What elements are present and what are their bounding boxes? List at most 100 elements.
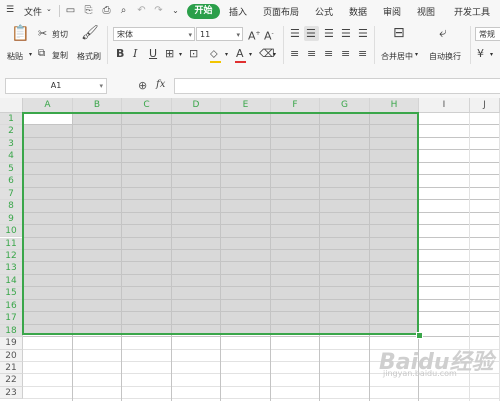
fx-icon[interactable]: fx (156, 79, 165, 90)
column-header[interactable]: H (370, 98, 419, 113)
row-header[interactable]: 12 (0, 249, 23, 263)
indent-icon[interactable]: ☰ (358, 28, 368, 40)
cut-button[interactable]: 剪切 (52, 29, 68, 40)
name-box[interactable]: A1 ▾ (5, 78, 107, 94)
column-header[interactable]: F (271, 98, 320, 113)
increase-font-icon[interactable]: A+ (248, 28, 261, 43)
row-header[interactable]: 20 (0, 349, 23, 362)
row-header[interactable]: 13 (0, 262, 23, 275)
undo-icon[interactable]: ↶ (136, 5, 147, 16)
wrap-text-icon[interactable]: ⤶ (439, 26, 447, 40)
redo-icon[interactable]: ↷ (153, 5, 164, 16)
border-icon[interactable]: ⊞ (165, 48, 174, 60)
formula-input[interactable] (174, 78, 500, 94)
font-size-select[interactable]: 11 ▾ (196, 27, 243, 41)
chevron-down-icon[interactable]: ▾ (490, 51, 493, 58)
decrease-font-icon[interactable]: A- (264, 28, 274, 43)
zoom-search-icon[interactable]: ⊕ (138, 79, 147, 92)
column-header[interactable]: I (419, 98, 470, 113)
align-middle-icon[interactable]: ☰ (306, 28, 316, 40)
row-header[interactable]: 2 (0, 125, 23, 138)
row-header[interactable]: 1 (0, 113, 23, 126)
row-header[interactable]: 23 (0, 386, 23, 400)
italic-button[interactable]: I (133, 48, 137, 60)
align-top-icon[interactable]: ☰ (290, 28, 300, 40)
chevron-down-icon[interactable]: ▾ (179, 51, 182, 58)
format-painter-button[interactable]: 格式刷 (77, 51, 101, 62)
column-header[interactable]: B (73, 98, 122, 113)
align-left-icon[interactable]: ≡ (290, 48, 299, 60)
column-header[interactable]: D (172, 98, 221, 113)
distributed-icon[interactable]: ≡ (358, 48, 367, 60)
row-header[interactable]: 4 (0, 150, 23, 163)
chevron-down-icon[interactable]: ▾ (415, 51, 418, 58)
hamburger-menu-icon[interactable]: ☰ (6, 5, 14, 15)
underline-button[interactable]: U (149, 48, 157, 60)
align-center-icon[interactable]: ≡ (307, 48, 316, 60)
chevron-down-icon[interactable]: ▾ (225, 51, 228, 58)
row-header[interactable]: 15 (0, 287, 23, 300)
row-header[interactable]: 10 (0, 225, 23, 238)
row-header[interactable]: 18 (0, 324, 23, 338)
row-header[interactable]: 17 (0, 312, 23, 325)
row-header[interactable]: 5 (0, 162, 23, 176)
scissors-icon[interactable]: ✂ (38, 28, 47, 40)
row-header[interactable]: 16 (0, 299, 23, 313)
merge-center-button[interactable]: 合并居中 (381, 51, 413, 62)
number-format-select[interactable]: 常规 (475, 27, 500, 41)
row-header[interactable]: 8 (0, 200, 23, 213)
row-header[interactable]: 19 (0, 337, 23, 350)
export-pdf-icon[interactable]: ⎘ (83, 5, 94, 16)
print-icon[interactable]: ⎙ (101, 5, 112, 16)
format-painter-icon[interactable]: 🖌 (81, 26, 99, 40)
column-header[interactable]: E (221, 98, 271, 113)
row-header[interactable]: 3 (0, 137, 23, 151)
file-menu[interactable]: 文件 (24, 5, 42, 18)
tab-view[interactable]: 视图 (417, 5, 435, 18)
row-header[interactable]: 9 (0, 212, 23, 226)
font-color-icon[interactable]: A (236, 48, 244, 60)
copy-button[interactable]: 复制 (52, 50, 68, 61)
paste-icon[interactable]: 📋 (11, 26, 30, 41)
column-header[interactable]: A (23, 98, 73, 113)
merge-center-icon[interactable]: ⊟ (393, 26, 405, 40)
chevron-down-icon[interactable]: ▾ (249, 51, 252, 58)
fill-handle[interactable] (416, 332, 423, 339)
paste-button[interactable]: 粘贴 (7, 51, 23, 62)
tab-page-layout[interactable]: 页面布局 (263, 5, 299, 18)
chevron-down-icon[interactable]: ⌄ (46, 5, 52, 13)
bold-button[interactable]: B (116, 48, 124, 60)
select-all-corner[interactable] (0, 98, 23, 113)
row-header[interactable]: 22 (0, 374, 23, 387)
tab-developer[interactable]: 开发工具 (454, 5, 490, 18)
column-header[interactable]: J (470, 98, 500, 113)
fill-color-icon[interactable]: ⬦ (210, 48, 218, 60)
row-header[interactable]: 6 (0, 175, 23, 188)
tab-start[interactable]: 开始 (187, 4, 220, 19)
print-preview-icon[interactable]: ⌕ (118, 5, 129, 16)
row-header[interactable]: 7 (0, 187, 23, 201)
chevron-down-icon[interactable]: ▾ (273, 51, 276, 58)
align-bottom-icon[interactable]: ☰ (324, 28, 334, 40)
tab-formulas[interactable]: 公式 (315, 5, 333, 18)
merge-cells-icon[interactable]: ⊡ (189, 48, 198, 60)
save-icon[interactable]: ▭ (65, 5, 76, 16)
chevron-down-icon[interactable]: ▾ (99, 79, 103, 93)
customize-toolbar-icon[interactable]: ⌄ (170, 5, 181, 16)
row-header[interactable]: 11 (0, 237, 23, 250)
align-right-icon[interactable]: ≡ (324, 48, 333, 60)
font-name-select[interactable]: 宋体 ▾ (113, 27, 195, 41)
tab-insert[interactable]: 插入 (229, 5, 247, 18)
justify-icon[interactable]: ≡ (341, 48, 350, 60)
column-header[interactable]: C (122, 98, 172, 113)
text-direction-icon[interactable]: ☰ (341, 28, 351, 40)
chevron-down-icon[interactable]: ▾ (29, 51, 32, 58)
tab-review[interactable]: 审阅 (383, 5, 401, 18)
currency-button[interactable]: ¥ (477, 48, 484, 60)
wrap-text-button[interactable]: 自动换行 (429, 51, 461, 62)
row-header[interactable]: 21 (0, 362, 23, 375)
tab-data[interactable]: 数据 (349, 5, 367, 18)
column-header[interactable]: G (320, 98, 370, 113)
copy-icon[interactable]: ⧉ (38, 48, 45, 60)
row-header[interactable]: 14 (0, 274, 23, 288)
